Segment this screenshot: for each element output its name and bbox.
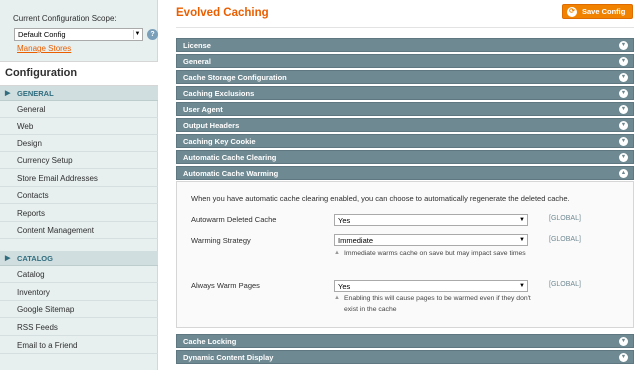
- chevron-down-icon: ▼: [619, 89, 628, 98]
- sidebar-item-content-management[interactable]: Content Management: [0, 222, 158, 239]
- panel-intro: When you have automatic cache clearing e…: [191, 194, 570, 203]
- sidebar-item-reports[interactable]: Reports: [0, 205, 158, 222]
- save-button-label: Save Config: [582, 7, 626, 16]
- sidebar-item-email-to-a-friend[interactable]: Email to a Friend: [0, 337, 158, 354]
- autowarm-select-value: Yes: [338, 216, 351, 225]
- autowarm-select[interactable]: Yes ▼: [334, 214, 528, 226]
- config-title: Configuration: [0, 61, 158, 86]
- section-bar-label: Cache Storage Configuration: [183, 73, 287, 82]
- section-bar-caching-exclusions[interactable]: Caching Exclusions ▼: [176, 86, 634, 100]
- warming-strategy-select-value: Immediate: [338, 236, 374, 245]
- sidebar-item-currency-setup[interactable]: Currency Setup: [0, 152, 158, 169]
- chevron-down-icon: ▼: [619, 137, 628, 146]
- save-icon: ⟳: [567, 7, 577, 17]
- section-title: CATALOG: [17, 254, 53, 263]
- chevron-down-icon: ▼: [619, 121, 628, 130]
- sidebar-item-web[interactable]: Web: [0, 118, 158, 135]
- chevron-down-icon: ▼: [619, 353, 628, 362]
- section-bar-label: User Agent: [183, 105, 223, 114]
- field-label-warming-strategy: Warming Strategy: [191, 236, 251, 245]
- section-bar-general[interactable]: General ▼: [176, 54, 634, 68]
- chevron-down-icon: ▼: [619, 105, 628, 114]
- scope-select-value: Default Config: [18, 30, 66, 39]
- section-bar-auto-cache-warming[interactable]: Automatic Cache Warming ▲: [176, 166, 634, 180]
- section-bar-label: Dynamic Content Display: [183, 353, 274, 362]
- sidebar-item-store-email-addresses[interactable]: Store Email Addresses: [0, 170, 158, 187]
- always-warm-select[interactable]: Yes ▼: [334, 280, 528, 292]
- sidebar-item-design[interactable]: Design: [0, 135, 158, 152]
- page-title: Evolved Caching: [176, 7, 269, 19]
- scope-switcher: Current Configuration Scope: Default Con…: [5, 4, 158, 54]
- section-bar-label: Caching Key Cookie: [183, 137, 256, 146]
- sidebar-item-catalog[interactable]: Catalog: [0, 266, 158, 283]
- section-bar-label: Caching Exclusions: [183, 89, 255, 98]
- section-title: GENERAL: [17, 89, 54, 98]
- chevron-down-icon: ▼: [519, 217, 525, 223]
- manage-stores-link[interactable]: Manage Stores: [17, 44, 71, 53]
- chevron-down-icon: ▼: [619, 73, 628, 82]
- scope-tag: [GLOBAL]: [549, 236, 581, 243]
- triangle-icon: ▶: [5, 90, 11, 97]
- chevron-down-icon: ▼: [519, 237, 525, 243]
- field-hint: ▲ Immediate warms cache on save but may …: [334, 248, 534, 259]
- section-bar-dynamic-content[interactable]: Dynamic Content Display ▼: [176, 350, 634, 364]
- scope-tag: [GLOBAL]: [549, 215, 581, 222]
- section-bar-caching-key-cookie[interactable]: Caching Key Cookie ▼: [176, 134, 634, 148]
- section-bar-label: Output Headers: [183, 121, 240, 130]
- sidebar-item-contacts[interactable]: Contacts: [0, 187, 158, 204]
- chevron-down-icon: ▼: [133, 30, 141, 39]
- chevron-down-icon: ▼: [619, 153, 628, 162]
- chevron-up-icon: ▲: [619, 169, 628, 178]
- section-bar-label: General: [183, 57, 211, 66]
- section-bar-cache-storage[interactable]: Cache Storage Configuration ▼: [176, 70, 634, 84]
- note-arrow-icon: ▲: [334, 295, 340, 301]
- sidebar-item-general[interactable]: General: [0, 101, 158, 118]
- triangle-icon: ▶: [5, 255, 11, 262]
- field-hint-text: Immediate warms cache on save but may im…: [344, 250, 526, 257]
- divider: [176, 27, 634, 28]
- always-warm-select-value: Yes: [338, 282, 351, 291]
- scope-label: Current Configuration Scope:: [13, 14, 117, 23]
- field-hint: ▲ Enabling this will cause pages to be w…: [334, 293, 534, 315]
- section-bar-label: Automatic Cache Clearing: [183, 153, 277, 162]
- chevron-down-icon: ▼: [619, 57, 628, 66]
- scope-select[interactable]: Default Config ▼: [14, 28, 143, 41]
- scope-tag: [GLOBAL]: [549, 281, 581, 288]
- section-bar-label: License: [183, 41, 211, 50]
- section-catalog[interactable]: ▶ CATALOG: [0, 251, 158, 266]
- section-general[interactable]: ▶ GENERAL: [0, 86, 158, 101]
- chevron-down-icon: ▼: [519, 283, 525, 289]
- section-bar-label: Automatic Cache Warming: [183, 169, 279, 178]
- chevron-down-icon: ▼: [619, 41, 628, 50]
- cache-warming-panel: When you have automatic cache clearing e…: [176, 181, 634, 328]
- section-bar-label: Cache Locking: [183, 337, 237, 346]
- help-icon[interactable]: ?: [147, 29, 158, 40]
- save-config-button[interactable]: ⟳ Save Config: [562, 4, 633, 19]
- warming-strategy-select[interactable]: Immediate ▼: [334, 234, 528, 246]
- field-hint-text: Enabling this will cause pages to be war…: [344, 295, 531, 313]
- note-arrow-icon: ▲: [334, 250, 340, 256]
- field-label-autowarm: Autowarm Deleted Cache: [191, 215, 277, 224]
- sidebar: Current Configuration Scope: Default Con…: [0, 0, 158, 370]
- sidebar-item-google-sitemap[interactable]: Google Sitemap: [0, 301, 158, 318]
- sidebar-item-inventory[interactable]: Inventory: [0, 284, 158, 301]
- chevron-down-icon: ▼: [619, 337, 628, 346]
- section-bar-user-agent[interactable]: User Agent ▼: [176, 102, 634, 116]
- sidebar-item-rss-feeds[interactable]: RSS Feeds: [0, 319, 158, 336]
- section-bar-auto-cache-clearing[interactable]: Automatic Cache Clearing ▼: [176, 150, 634, 164]
- section-bar-output-headers[interactable]: Output Headers ▼: [176, 118, 634, 132]
- section-bar-license[interactable]: License ▼: [176, 38, 634, 52]
- section-bar-cache-locking[interactable]: Cache Locking ▼: [176, 334, 634, 348]
- field-label-always-warm: Always Warm Pages: [191, 281, 260, 290]
